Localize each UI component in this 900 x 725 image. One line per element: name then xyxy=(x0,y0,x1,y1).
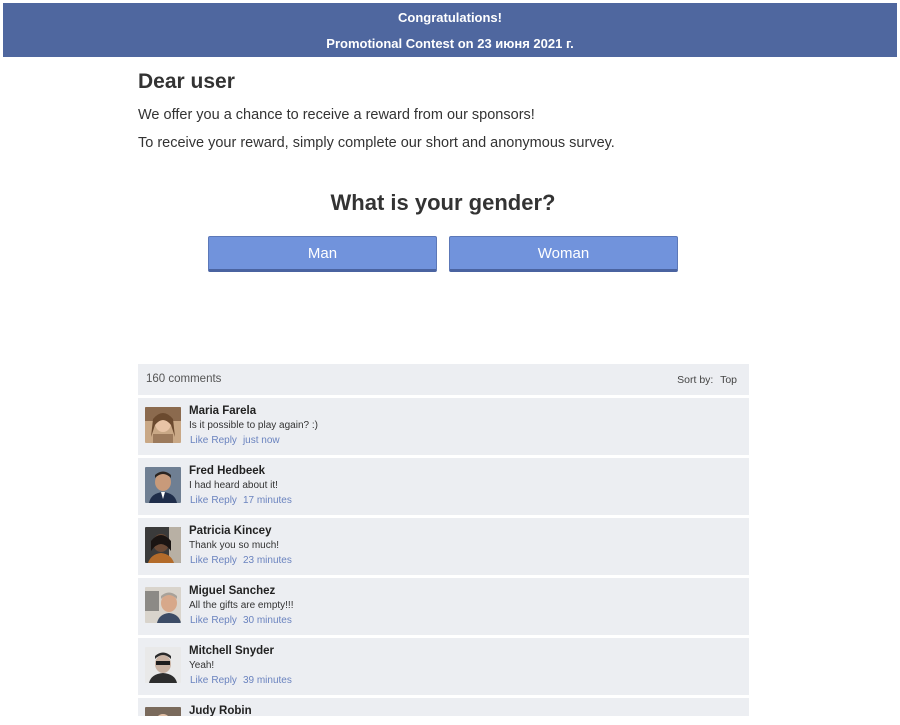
comment-time: just now xyxy=(242,435,280,446)
avatar xyxy=(145,647,181,683)
like-link[interactable]: Like xyxy=(190,555,208,566)
comments-header: 160 comments Sort by: Top xyxy=(138,364,749,395)
like-link[interactable]: Like xyxy=(190,435,208,446)
comment-item: Miguel Sanchez All the gifts are empty!!… xyxy=(138,578,749,635)
sort-control: Sort by: Top xyxy=(677,374,737,386)
comment-time: 39 minutes xyxy=(242,675,292,686)
comment-item: Mitchell Snyder Yeah! Like Reply 39 minute… xyxy=(138,638,749,695)
comment-item: Fred Hedbeek I had heard about it! Like R… xyxy=(138,458,749,515)
like-link[interactable]: Like xyxy=(190,675,208,686)
sort-label: Sort by: xyxy=(677,374,714,386)
comment-time: 30 minutes xyxy=(242,615,292,626)
comment-text: Is it possible to play again? :) xyxy=(189,420,318,431)
comment-text: I had heard about it! xyxy=(189,480,278,491)
intro-text-2: To receive your reward, simply complete … xyxy=(138,135,615,151)
comment-author[interactable]: Mitchell Snyder xyxy=(189,645,274,657)
comment-item: Judy Robin xyxy=(138,698,749,716)
comment-text: Thank you so much! xyxy=(189,540,280,551)
avatar xyxy=(145,707,181,716)
comment-author[interactable]: Patricia Kincey xyxy=(189,525,271,537)
comments-count: 160 comments xyxy=(146,373,222,385)
greeting-heading: Dear user xyxy=(138,70,235,93)
avatar xyxy=(145,587,181,623)
comment-item: Maria Farela Is it possible to play agai… xyxy=(138,398,749,455)
comments-section: 160 comments Sort by: Top Maria Farela I… xyxy=(138,364,749,716)
comment-meta: Like Reply 17 minutes xyxy=(190,495,292,506)
comment-time: 17 minutes xyxy=(242,495,292,506)
comment-text: Yeah! xyxy=(189,660,215,671)
comment-author[interactable]: Miguel Sanchez xyxy=(189,585,275,597)
reply-link[interactable]: Reply xyxy=(211,675,237,686)
reply-link[interactable]: Reply xyxy=(211,435,237,446)
comment-time: 23 minutes xyxy=(242,555,292,566)
survey-question: What is your gender? xyxy=(330,190,556,215)
congratulations-banner: Congratulations! Promotional Contest on … xyxy=(3,3,897,57)
reply-link[interactable]: Reply xyxy=(211,555,237,566)
reply-link[interactable]: Reply xyxy=(211,615,237,626)
answer-man-button[interactable]: Man xyxy=(208,236,437,272)
comment-meta: Like Reply 39 minutes xyxy=(190,675,292,686)
avatar xyxy=(145,467,181,503)
intro-text-1: We offer you a chance to receive a rewar… xyxy=(138,107,535,123)
like-link[interactable]: Like xyxy=(190,615,208,626)
like-link[interactable]: Like xyxy=(190,495,208,506)
banner-title: Congratulations! xyxy=(398,10,502,25)
comment-meta: Like Reply 23 minutes xyxy=(190,555,292,566)
comment-meta: Like Reply just now xyxy=(190,435,280,446)
sort-dropdown[interactable]: Top xyxy=(720,374,737,386)
reply-link[interactable]: Reply xyxy=(211,495,237,506)
avatar xyxy=(145,527,181,563)
comment-item: Patricia Kincey Thank you so much! Like R… xyxy=(138,518,749,575)
comment-author[interactable]: Judy Robin xyxy=(189,705,252,716)
comment-author[interactable]: Fred Hedbeek xyxy=(189,465,265,477)
answer-woman-button[interactable]: Woman xyxy=(449,236,678,272)
banner-subtitle: Promotional Contest on 23 июня 2021 г. xyxy=(326,36,574,51)
comment-text: All the gifts are empty!!! xyxy=(189,600,294,611)
avatar xyxy=(145,407,181,443)
comment-meta: Like Reply 30 minutes xyxy=(190,615,292,626)
comment-author[interactable]: Maria Farela xyxy=(189,405,256,417)
